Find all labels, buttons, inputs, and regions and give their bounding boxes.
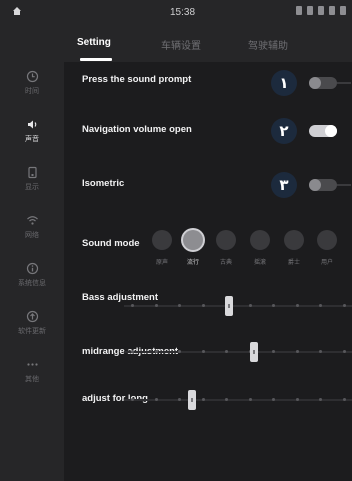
update-icon [26, 310, 38, 323]
callout-badge-3: ٣ [271, 172, 297, 198]
tab-vehicle-settings[interactable]: 车辆设置 [161, 37, 201, 52]
slider-tick [131, 398, 134, 401]
adjust-for-long-slider[interactable] [124, 390, 352, 410]
navigation-volume-label: Navigation volume open [82, 124, 192, 135]
classical-icon [216, 230, 236, 250]
sidebar-item-label: 软件更新 [18, 328, 46, 335]
press-sound-prompt-toggle[interactable] [309, 77, 351, 89]
navigation-volume-toggle[interactable] [309, 125, 337, 137]
battery-icon [329, 6, 335, 15]
wifi-icon [340, 6, 346, 15]
slider-tick [201, 350, 205, 353]
info-icon [26, 262, 38, 275]
pop-icon [183, 230, 203, 250]
display-icon [27, 166, 37, 179]
toggle-track-extension [337, 184, 351, 186]
slider-tick [131, 350, 134, 353]
status-icons [296, 6, 346, 15]
press-sound-prompt-label: Press the sound prompt [82, 74, 192, 85]
sound-mode-option-label: 爵士 [287, 260, 300, 266]
user-icon [317, 230, 337, 250]
sound-mode-label: Sound mode [82, 238, 140, 249]
original-sound-icon [152, 230, 172, 250]
slider-thumb[interactable] [224, 296, 233, 316]
callout-badge-2: ٢ [271, 118, 297, 144]
tab-bar: Setting 车辆设置 驾驶辅助 [0, 26, 352, 62]
slider-tick [154, 398, 158, 401]
sidebar-item-network[interactable]: 网络 [0, 214, 64, 262]
signal-icon [296, 6, 302, 15]
sidebar-item-software-update[interactable]: 软件更新 [0, 310, 64, 358]
active-tab-indicator [80, 58, 112, 61]
sound-mode-option-label: 用户 [320, 260, 333, 266]
slider-tick [201, 398, 205, 401]
slider-tick [131, 304, 134, 307]
isometric-toggle[interactable] [309, 179, 351, 191]
slider-track [124, 351, 352, 353]
tab-setting[interactable]: Setting [77, 37, 111, 48]
sidebar-item-label: 时间 [25, 88, 39, 95]
sound-mode-option-label: 古典 [219, 260, 232, 266]
slider-tick [295, 350, 299, 353]
slider-track [124, 399, 352, 401]
slider-tick [248, 304, 252, 307]
sound-settings-panel: Press the sound prompt ١ Navigation volu… [64, 62, 352, 481]
more-icon [26, 363, 38, 366]
sound-mode-jazz[interactable]: 爵士 [280, 230, 308, 266]
sidebar-item-label: 显示 [25, 184, 39, 191]
callout-badge-1: ١ [271, 70, 297, 96]
sidebar-item-label: 网络 [25, 232, 39, 239]
sidebar-item-sound[interactable]: 声音 [0, 118, 64, 166]
sound-mode-option-label: 原声 [155, 260, 168, 266]
sound-mode-user[interactable]: 用户 [313, 230, 341, 266]
sidebar-item-other[interactable]: 其他 [0, 358, 64, 406]
sound-mode-original[interactable]: 原声 [148, 230, 176, 266]
sidebar-item-label: 系统信息 [18, 280, 46, 287]
sidebar-item-display[interactable]: 显示 [0, 166, 64, 214]
midrange-adjustment-slider[interactable] [124, 342, 352, 362]
slider-track [124, 305, 352, 307]
isometric-label: Isometric [82, 178, 125, 189]
status-bar: 15:38 [0, 0, 352, 26]
sidebar-item-time[interactable]: 时间 [0, 70, 64, 118]
rock-icon [250, 230, 270, 250]
toggle-track-extension [337, 82, 351, 84]
bass-adjustment-slider[interactable] [124, 296, 352, 316]
slider-tick [343, 398, 346, 401]
clock-icon [26, 70, 38, 83]
slider-thumb[interactable] [249, 342, 258, 362]
sound-mode-option-label: 摇滚 [253, 260, 266, 266]
toggle-knob [309, 77, 321, 89]
slider-tick [295, 398, 299, 401]
sidebar-item-system-info[interactable]: 系统信息 [0, 262, 64, 310]
slider-tick [343, 304, 346, 307]
home-icon[interactable] [12, 6, 22, 16]
user-icon [307, 6, 313, 15]
slider-tick [343, 350, 346, 353]
user-icon [318, 6, 324, 15]
sound-mode-option-label: 流行 [186, 260, 199, 266]
sound-mode-rock[interactable]: 摇滚 [246, 230, 274, 266]
sidebar-item-label: 其他 [25, 376, 39, 383]
sidebar-item-label: 声音 [25, 136, 39, 143]
status-time: 15:38 [170, 7, 196, 18]
jazz-icon [284, 230, 304, 250]
wifi-icon [26, 216, 38, 225]
slider-tick [154, 350, 158, 353]
sound-mode-pop[interactable]: 流行 [179, 230, 207, 266]
tab-driving-assist[interactable]: 驾驶辅助 [248, 37, 288, 52]
sidebar: 时间 声音 显示 网络 系统信息 软件更新 其他 [0, 62, 64, 481]
toggle-knob [325, 125, 337, 137]
slider-tick [154, 304, 158, 307]
slider-tick [248, 398, 252, 401]
slider-tick [201, 304, 205, 307]
slider-thumb[interactable] [188, 390, 197, 410]
toggle-knob [309, 179, 321, 191]
slider-tick [295, 304, 299, 307]
sound-mode-classical[interactable]: 古典 [212, 230, 240, 266]
speaker-icon [27, 120, 36, 129]
sound-mode-selector: 原声 流行 古典 摇滚 爵士 用户 [148, 230, 352, 278]
